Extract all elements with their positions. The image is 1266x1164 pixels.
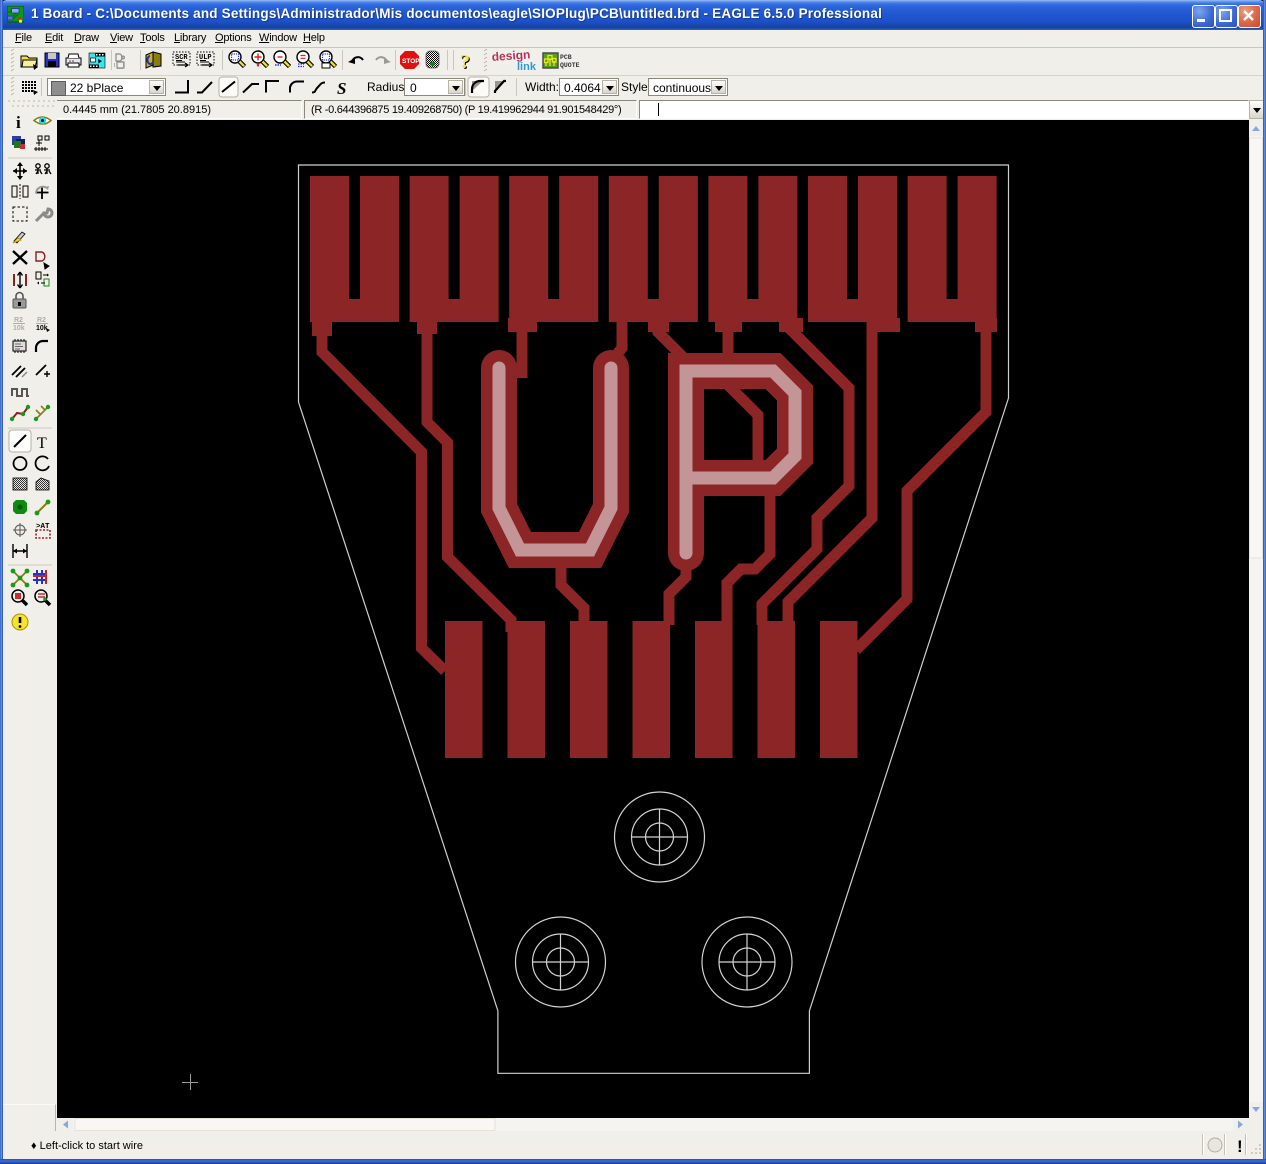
- svg-text:i: i: [16, 113, 21, 132]
- svg-text:S: S: [337, 79, 346, 98]
- svg-text:!: !: [1237, 1137, 1243, 1155]
- svg-text:?: ?: [460, 51, 470, 73]
- svg-text:10k: 10k: [13, 325, 25, 332]
- svg-text:STOP: STOP: [402, 58, 420, 65]
- svg-text:PCB: PCB: [560, 54, 572, 61]
- svg-text:link: link: [517, 61, 537, 73]
- svg-text:10k: 10k: [36, 325, 48, 332]
- svg-text:T: T: [37, 435, 47, 452]
- svg-text:QUOTE: QUOTE: [560, 62, 580, 69]
- svg-text:R2: R2: [14, 317, 23, 324]
- svg-text:R2: R2: [37, 317, 46, 324]
